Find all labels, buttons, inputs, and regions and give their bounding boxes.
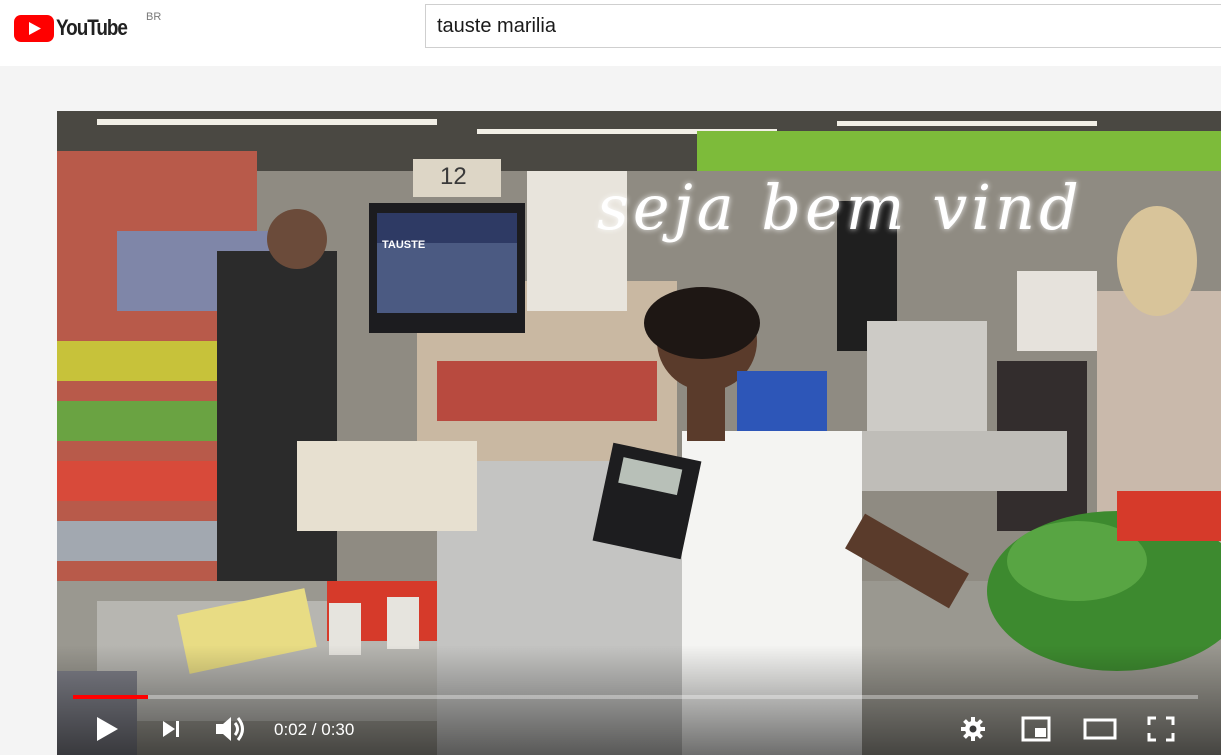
search-input[interactable] (426, 5, 1221, 47)
theater-mode-button[interactable] (1082, 711, 1118, 747)
miniplayer-button[interactable] (1018, 711, 1054, 747)
video-overlay-caption: seja bem vind (597, 171, 1083, 244)
player-controls: 0:02 / 0:30 (57, 703, 1221, 755)
lane-number: 12 (440, 163, 467, 190)
country-code: BR (146, 11, 162, 23)
volume-button[interactable] (213, 711, 249, 747)
screen-logo: TAUSTE (382, 239, 426, 251)
fullscreen-icon (1147, 716, 1175, 742)
theater-mode-icon (1083, 718, 1117, 740)
video-player[interactable]: 12 TAUSTE seja bem vind 0:02 / 0:30 (57, 111, 1221, 755)
miniplayer-icon (1021, 716, 1051, 742)
settings-button[interactable] (955, 711, 991, 747)
settings-gear-icon (961, 717, 985, 741)
time-display: 0:02 / 0:30 (274, 720, 355, 739)
next-button[interactable] (153, 711, 189, 747)
fullscreen-button[interactable] (1143, 711, 1179, 747)
next-icon (163, 721, 179, 737)
play-icon (97, 717, 118, 741)
progress-bar[interactable] (73, 695, 1198, 699)
progress-bar-fill (73, 695, 149, 699)
volume-icon (216, 717, 244, 741)
play-button[interactable] (89, 711, 125, 747)
masthead: YouTube BR (0, 0, 1221, 66)
youtube-logo-icon (14, 14, 54, 42)
youtube-logo[interactable]: YouTube BR (14, 11, 161, 42)
logo-text: YouTube (56, 15, 128, 40)
search-box[interactable] (425, 4, 1221, 48)
